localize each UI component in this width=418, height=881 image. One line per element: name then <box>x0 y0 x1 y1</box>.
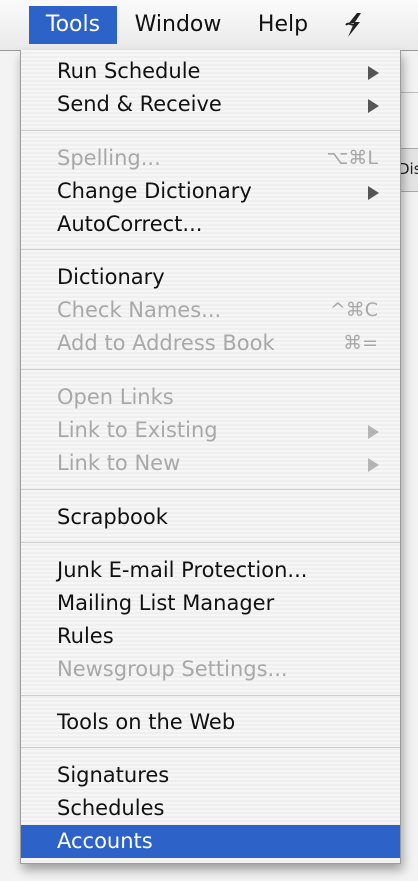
menu-bar: Tools Window Help <box>0 0 418 51</box>
menu-item-label: Signatures <box>57 763 170 787</box>
menu-item-label: Dictionary <box>57 265 165 289</box>
menu-item-link-to-new: Link to New <box>21 447 400 480</box>
menu-item-junk-email-protection[interactable]: Junk E-mail Protection... <box>21 554 400 587</box>
menu-item-label: Accounts <box>57 829 153 853</box>
menu-item-shortcut: ^⌘C <box>329 299 378 321</box>
menu-item-signatures[interactable]: Signatures <box>21 759 400 792</box>
menu-item-scrapbook[interactable]: Scrapbook <box>21 501 400 534</box>
menu-item-newsgroup-settings: Newsgroup Settings... <box>21 653 400 686</box>
menu-item-label: Add to Address Book <box>57 331 275 355</box>
menu-separator <box>21 369 400 370</box>
menu-item-accounts[interactable]: Accounts <box>21 825 400 858</box>
submenu-arrow-icon <box>368 458 379 472</box>
submenu-arrow-icon <box>368 186 379 200</box>
menu-item-add-to-address-book: Add to Address Book ⌘= <box>21 327 400 360</box>
menu-item-label: Scrapbook <box>57 505 168 529</box>
menubar-item-tools[interactable]: Tools <box>29 6 117 44</box>
menu-item-label: Run Schedule <box>57 59 201 83</box>
menu-item-open-links: Open Links <box>21 381 400 414</box>
menu-item-label: Rules <box>57 624 114 648</box>
menu-item-label: Junk E-mail Protection... <box>57 558 308 582</box>
menu-item-tools-on-the-web[interactable]: Tools on the Web <box>21 706 400 739</box>
menu-separator <box>21 542 400 543</box>
menu-item-change-dictionary[interactable]: Change Dictionary <box>21 175 400 208</box>
script-menu-icon-glyph <box>345 13 361 37</box>
menu-item-dictionary[interactable]: Dictionary <box>21 261 400 294</box>
background-tab-label: Dis <box>398 160 418 178</box>
menu-item-label: Link to New <box>57 451 181 475</box>
menu-separator <box>21 489 400 490</box>
menu-item-autocorrect[interactable]: AutoCorrect... <box>21 208 400 241</box>
menu-item-run-schedule[interactable]: Run Schedule <box>21 55 400 88</box>
menubar-item-window[interactable]: Window <box>128 6 228 44</box>
menu-item-mailing-list-manager[interactable]: Mailing List Manager <box>21 587 400 620</box>
menu-item-label: Schedules <box>57 796 165 820</box>
menu-item-spelling: Spelling... ⌥⌘L <box>21 142 400 175</box>
menu-separator <box>21 249 400 250</box>
menu-item-label: Mailing List Manager <box>57 591 275 615</box>
menu-item-label: Spelling... <box>57 146 161 170</box>
submenu-arrow-icon <box>368 66 379 80</box>
menubar-item-help[interactable]: Help <box>250 6 316 44</box>
menu-item-label: Send & Receive <box>57 92 222 116</box>
menu-item-shortcut: ⌥⌘L <box>326 147 378 169</box>
menu-item-send-receive[interactable]: Send & Receive <box>21 88 400 121</box>
menu-item-link-to-existing: Link to Existing <box>21 414 400 447</box>
menu-item-label: Tools on the Web <box>57 710 236 734</box>
menu-item-rules[interactable]: Rules <box>21 620 400 653</box>
menu-item-check-names: Check Names... ^⌘C <box>21 294 400 327</box>
tools-menu: Run Schedule Send & Receive Spelling... … <box>20 50 401 864</box>
background-divider <box>399 92 418 93</box>
script-menu-icon[interactable] <box>336 6 372 44</box>
submenu-arrow-icon <box>368 425 379 439</box>
menu-item-label: Newsgroup Settings... <box>57 657 288 681</box>
menu-separator <box>21 695 400 696</box>
menu-item-schedules[interactable]: Schedules <box>21 792 400 825</box>
menu-item-label: Check Names... <box>57 298 222 322</box>
menu-item-label: Open Links <box>57 385 174 409</box>
menu-item-label: Link to Existing <box>57 418 218 442</box>
submenu-arrow-icon <box>368 99 379 113</box>
menu-item-label: Change Dictionary <box>57 179 252 203</box>
menu-separator <box>21 747 400 748</box>
menu-separator <box>21 130 400 131</box>
menu-item-label: AutoCorrect... <box>57 212 203 236</box>
menu-item-shortcut: ⌘= <box>343 332 378 354</box>
